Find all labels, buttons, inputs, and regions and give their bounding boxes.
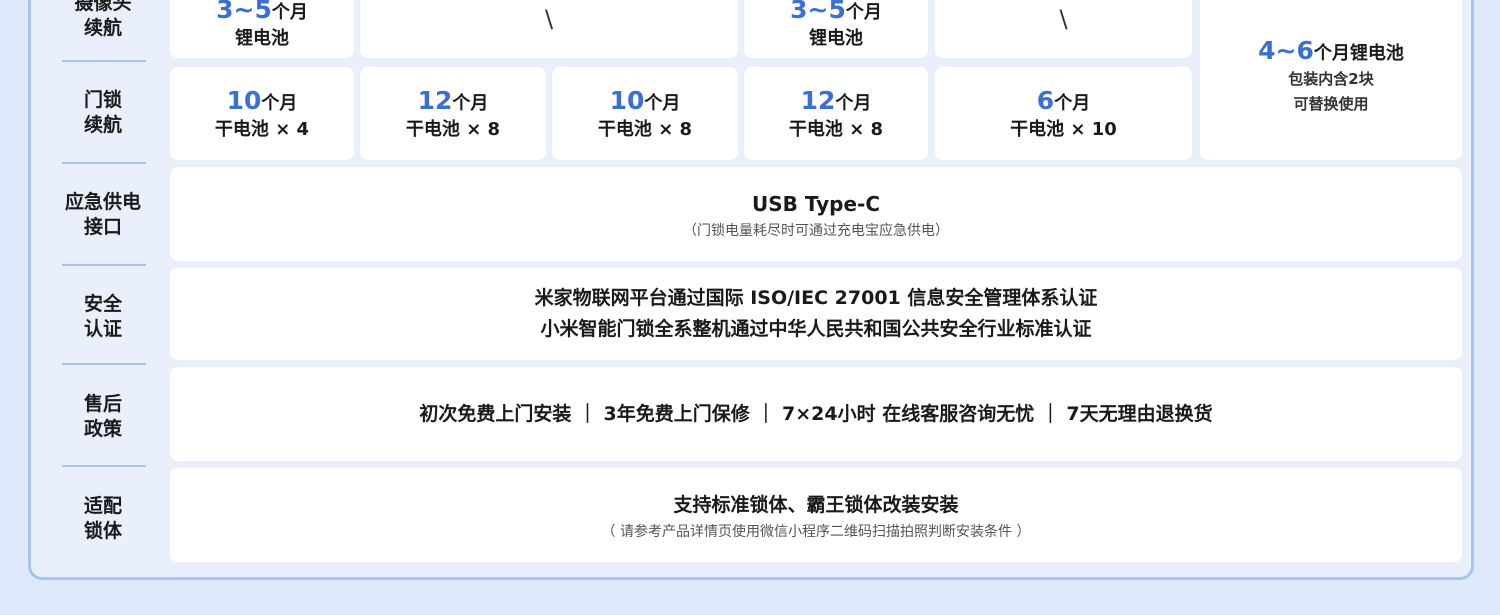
row-label-security-line1: 安全: [83, 293, 122, 315]
lock-cell-2-sub: 干电池 × 8: [405, 119, 501, 140]
row-divider: [62, 264, 146, 266]
security-cert-line1: 米家物联网平台通过国际 ISO/IEC 27001 信息安全管理体系认证: [534, 287, 1098, 309]
camera-cell-1: 3~5个月 锂电池: [170, 0, 354, 58]
row-label-lock: 门锁 续航: [60, 84, 146, 142]
row-label-emergency: 应急供电 接口: [60, 186, 146, 244]
camera-cell-4-slash: \: [1059, 5, 1068, 33]
row-divider: [62, 162, 146, 164]
row-label-lock-line1: 门锁: [83, 89, 122, 111]
lock-cell-4-sub: 干电池 × 8: [788, 119, 884, 140]
lock-cell-1-unit: 个月: [261, 93, 298, 114]
row-label-camera-line1: 摄像头: [74, 0, 132, 14]
row-divider: [62, 465, 146, 467]
aftersales-cell: 初次免费上门安装 ｜ 3年免费上门保修 ｜ 7×24小时 在线客服咨询无忧 ｜ …: [170, 367, 1462, 461]
lock-cell-4-value: 12: [800, 86, 836, 115]
lock-cell-3-unit: 个月: [644, 93, 681, 114]
row-label-lockbody-line1: 适配: [83, 495, 122, 517]
camera-cell-4: \: [935, 0, 1192, 58]
row-label-security: 安全 认证: [60, 288, 146, 346]
row-divider: [62, 60, 146, 62]
camera-cell-1-unit: 个月: [271, 1, 308, 23]
row-label-camera: 摄像头 续航: [60, 0, 146, 40]
security-cert-cell: 米家物联网平台通过国际 ISO/IEC 27001 信息安全管理体系认证 小米智…: [170, 268, 1462, 360]
row-label-lock-line2: 续航: [83, 114, 122, 136]
lockbody-note: （ 请参考产品详情页使用微信小程序二维码扫描拍照判断安装条件 ）: [601, 523, 1031, 540]
last-column-line2: 包装内含2块: [1288, 70, 1374, 88]
lockbody-cell: 支持标准锁体、霸王锁体改装安装 （ 请参考产品详情页使用微信小程序二维码扫描拍照…: [170, 468, 1462, 562]
camera-cell-2-slash: \: [544, 5, 554, 33]
row-label-lockbody-line2: 锁体: [83, 520, 122, 542]
emergency-power-main: USB Type-C: [751, 191, 881, 216]
camera-cell-3-value: 3~5: [790, 0, 846, 24]
row-divider: [62, 363, 146, 365]
lock-cell-3-value: 10: [609, 86, 645, 115]
camera-cell-3-sub: 锂电池: [809, 27, 863, 49]
lock-cell-5-value: 6: [1036, 86, 1055, 115]
lockbody-main: 支持标准锁体、霸王锁体改装安装: [673, 493, 959, 516]
lock-cell-2: 12个月 干电池 × 8: [360, 67, 546, 160]
camera-cell-3-unit: 个月: [845, 1, 882, 23]
lock-cell-1: 10个月 干电池 × 4: [170, 67, 354, 160]
row-label-aftersales-line1: 售后: [83, 393, 122, 415]
last-column-line3: 可替换使用: [1293, 95, 1369, 113]
camera-cell-3: 3~5个月 锂电池: [744, 0, 928, 58]
row-label-aftersales-line2: 政策: [83, 418, 122, 440]
lock-cell-2-unit: 个月: [452, 93, 489, 114]
lock-cell-2-value: 12: [417, 86, 453, 115]
row-label-camera-line2: 续航: [83, 17, 122, 39]
row-label-emergency-line2: 接口: [83, 216, 122, 238]
lock-cell-5-unit: 个月: [1054, 93, 1091, 114]
aftersales-text: 初次免费上门安装 ｜ 3年免费上门保修 ｜ 7×24小时 在线客服咨询无忧 ｜ …: [419, 402, 1213, 425]
lock-cell-5: 6个月 干电池 × 10: [935, 67, 1192, 160]
row-label-security-line2: 认证: [83, 318, 122, 340]
lock-cell-1-sub: 干电池 × 4: [214, 119, 310, 140]
lock-cell-4: 12个月 干电池 × 8: [744, 67, 928, 160]
camera-cell-1-sub: 锂电池: [235, 27, 289, 49]
last-column-unit: 个月锂电池: [1313, 43, 1404, 64]
lock-cell-3: 10个月 干电池 × 8: [552, 67, 738, 160]
row-label-aftersales: 售后 政策: [60, 388, 146, 446]
last-column-value: 4~6: [1258, 36, 1314, 65]
lock-cell-3-sub: 干电池 × 8: [597, 119, 693, 140]
camera-cell-2: \: [360, 0, 738, 58]
lock-cell-5-sub: 干电池 × 10: [1010, 119, 1117, 140]
row-label-emergency-line1: 应急供电: [64, 191, 141, 213]
emergency-power-cell: USB Type-C （门锁电量耗尽时可通过充电宝应急供电）: [170, 167, 1462, 261]
security-cert-line2: 小米智能门锁全系整机通过中华人民共和国公共安全行业标准认证: [540, 318, 1092, 340]
emergency-power-note: （门锁电量耗尽时可通过充电宝应急供电）: [683, 222, 949, 239]
lock-cell-1-value: 10: [226, 86, 262, 115]
row-label-lockbody: 适配 锁体: [60, 490, 146, 548]
camera-cell-1-value: 3~5: [216, 0, 272, 24]
lock-cell-4-unit: 个月: [835, 93, 872, 114]
last-column-battery-cell: 4~6个月锂电池 包装内含2块 可替换使用: [1200, 0, 1462, 160]
